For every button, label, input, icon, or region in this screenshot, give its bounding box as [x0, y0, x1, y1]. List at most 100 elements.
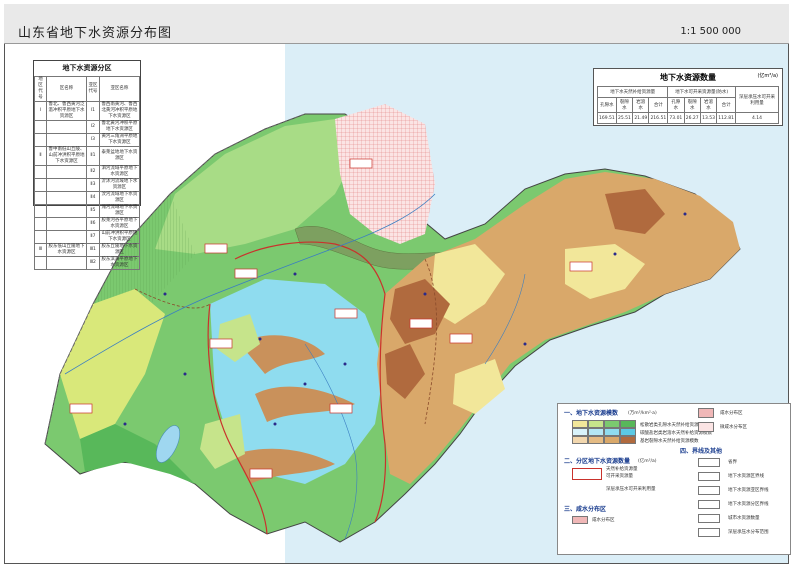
legend-item: 咸水分布区 [720, 411, 743, 416]
zoning-row: Ⅱ3 沂沭河流域地下水资源区 [34, 178, 141, 192]
zoning-row: Ⅱ6 胶莱河谷平原地下水资源区 [34, 217, 141, 231]
legend-line-swatch [698, 458, 720, 467]
legend-salt-swatch [572, 516, 588, 524]
zoning-cell [34, 191, 47, 205]
legend-item: 可开采资源量 [606, 474, 633, 479]
zoning-row: Ⅱ 鲁中南低山丘陵、山前冲洪积平原地下水资源区 Ⅱ1 泰莱盆地地下水资源区 [34, 146, 141, 166]
zoning-cell: Ⅱ5 [85, 204, 100, 218]
zoning-cell: 鲁西南黄河、鲁西北黄河冲积平原地下水资源区 [98, 101, 141, 121]
quantity-table: 地下水天然补给资源量 地下水可开采资源量(防水) 深层承压水可开采利用量 孔隙水… [596, 86, 780, 124]
zoning-row: Ⅰ 鲁北、鲁西黄河泛滥冲积平原地下水资源区 Ⅰ1 鲁西南黄河、鲁西北黄河冲积平原地下水… [34, 101, 141, 121]
zoning-cell: Ⅲ [34, 243, 47, 257]
zoning-cell: Ⅱ4 [85, 191, 100, 205]
zoning-table: 地区代号 区名称 亚区代号 亚区名称 Ⅰ 鲁北、鲁西黄河泛滥冲积平原地下水资源区 Ⅰ… [34, 76, 141, 270]
zoning-cell: 鲁中南低山丘陵、山前冲洪积平原地下水资源区 [45, 146, 87, 166]
zoning-cell: 鲁北黄河冲积平原地下水资源区 [98, 120, 141, 134]
zoning-cell: 胶莱河谷平原地下水资源区 [98, 217, 141, 231]
legend-line-swatch [698, 486, 720, 495]
legend-section1-unit: (万m³/km²·a) [628, 411, 657, 416]
zoning-cell: Ⅱ3 [85, 178, 100, 192]
legend-line-swatch [698, 514, 720, 523]
legend-right-swatch [698, 408, 714, 418]
legend-item: 深层承压水分布范围 [728, 530, 769, 535]
quantity-value: 13.53 [699, 112, 718, 124]
zoning-cell [45, 165, 87, 179]
zoning-cell: 胶东滨海平原地下水资源区 [98, 256, 141, 270]
map-title: 山东省地下水资源分布图 [18, 26, 173, 41]
quantity-value: 26.27 [683, 112, 701, 124]
zoning-row: Ⅱ7 山前冲洪积平原地下水资源区 [34, 230, 141, 244]
legend-quantity-swatch [572, 468, 602, 480]
legend-item: 咸水分布区 [592, 518, 615, 523]
quantity-value: 169.51 [597, 112, 617, 124]
zoning-cell: Ⅱ [34, 146, 47, 166]
quantity-value: 25.51 [615, 112, 634, 124]
zoning-cell: Ⅱ2 [85, 165, 100, 179]
zoning-cell: 黄河三角洲平原地下水资源区 [98, 133, 141, 147]
quantity-sub-header: 岩溶水 [699, 97, 718, 113]
zoning-cell: Ⅱ7 [85, 230, 100, 244]
legend-section2-unit: (亿m³/a) [638, 459, 657, 464]
zoning-header: 亚区代号 [85, 76, 100, 102]
legend-item: 微咸水分布区 [720, 425, 747, 430]
zoning-cell: Ⅱ6 [85, 217, 100, 231]
zoning-cell [34, 256, 47, 270]
legend-line-swatch [698, 500, 720, 509]
zoning-row: Ⅱ4 汶河流域地下水资源区 [34, 191, 141, 205]
zoning-cell: Ⅰ2 [85, 120, 100, 134]
legend-item: 天然补给资源量 [606, 467, 638, 472]
quantity-sub-header: 裂隙水 [683, 97, 701, 113]
legend-section3-title: 三、咸水分布区 [564, 506, 607, 513]
zoning-header: 亚区名称 [98, 76, 141, 102]
zoning-row: Ⅱ5 潍河流域地下水资源区 [34, 204, 141, 218]
zoning-cell: Ⅰ1 [85, 101, 100, 121]
zoning-cell: 沂沭河流域地下水资源区 [98, 178, 141, 192]
zoning-table-title: 地下水资源分区 [62, 64, 112, 72]
quantity-sub-header: 岩溶水 [632, 97, 650, 113]
quantity-table-title: 地下水资源数量 [660, 73, 716, 82]
zoning-row: Ⅲ 胶东低山丘陵地下水资源区 Ⅲ1 胶东丘陵地下水资源区 [34, 243, 141, 257]
zoning-table-panel: 地下水资源分区 地区代号 区名称 亚区代号 亚区名称 Ⅰ 鲁北、鲁西黄河泛滥冲积平… [33, 60, 141, 270]
zoning-cell: 山前冲洪积平原地下水资源区 [98, 230, 141, 244]
legend-section1-title: 一、地下水资源模数 [564, 410, 619, 417]
quantity-value: 112.81 [716, 112, 736, 124]
zoning-row: Ⅰ3 黄河三角洲平原地下水资源区 [34, 133, 141, 147]
quantity-sub-header: 裂隙水 [615, 97, 634, 113]
zoning-cell: Ⅰ [34, 101, 47, 121]
quantity-value: 21.49 [632, 112, 650, 124]
quantity-group-header: 深层承压水可开采利用量 [734, 86, 780, 113]
zoning-row: Ⅲ2 胶东滨海平原地下水资源区 [34, 256, 141, 270]
zoning-cell: 泰莱盆地地下水资源区 [98, 146, 141, 166]
zoning-cell [34, 178, 47, 192]
legend-line-swatch [698, 472, 720, 481]
zoning-cell [45, 230, 87, 244]
zoning-cell: Ⅰ3 [85, 133, 100, 147]
zoning-cell [45, 204, 87, 218]
zoning-cell: 鲁北、鲁西黄河泛滥冲积平原地下水资源区 [45, 101, 87, 121]
quantity-sub-header: 孔隙水 [667, 97, 685, 113]
zoning-cell [34, 230, 47, 244]
zoning-header: 地区代号 [34, 76, 47, 102]
quantity-sub-header: 合计 [648, 97, 669, 113]
legend-panel: 一、地下水资源模数 (万m³/km²·a) 松散岩类孔隙水天然补给资源模数 碳酸… [557, 403, 791, 555]
quantity-unit: (亿m³/a) [757, 73, 778, 79]
zone-label-I2 [204, 243, 228, 254]
quantity-value: 4.14 [734, 112, 780, 124]
legend-item: 地下水资源分区界线 [728, 502, 769, 507]
zoning-cell: 胶东丘陵地下水资源区 [98, 243, 141, 257]
quantity-group-header: 地下水天然补给资源量 [596, 86, 669, 98]
zoning-cell: 潍河流域地下水资源区 [98, 204, 141, 218]
zoning-cell: 汶河流域地下水资源区 [98, 191, 141, 205]
quantity-value: 216.51 [648, 112, 669, 124]
zoning-row: Ⅱ2 泗河流域平原地下水资源区 [34, 165, 141, 179]
zoning-cell [34, 120, 47, 134]
zoning-cell [45, 178, 87, 192]
zoning-header: 区名称 [45, 76, 87, 102]
zoning-cell: 泗河流域平原地下水资源区 [98, 165, 141, 179]
zoning-cell [45, 120, 87, 134]
zoning-cell: Ⅲ2 [85, 256, 100, 270]
legend-item: 地下水资源区界线 [728, 474, 764, 479]
legend-item: 基岩裂隙水天然补给资源模数 [640, 439, 699, 444]
legend-right-swatch [698, 422, 714, 432]
quantity-sub-header: 合计 [716, 97, 736, 113]
